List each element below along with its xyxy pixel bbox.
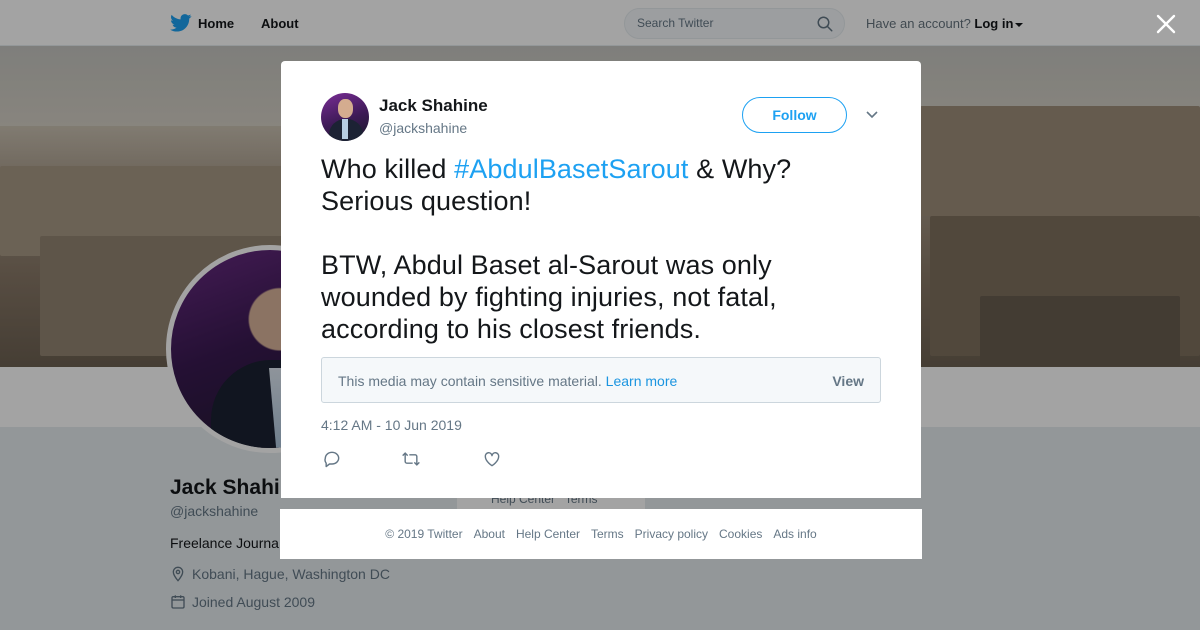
footer-link-cookies[interactable]: Cookies [719, 527, 762, 541]
close-icon[interactable] [1154, 12, 1178, 36]
modal-footer: © 2019 Twitter About Help Center Terms P… [280, 509, 922, 559]
footer-link-terms[interactable]: Terms [591, 527, 624, 541]
chevron-down-icon[interactable] [865, 109, 879, 121]
footer-link-ads-info[interactable]: Ads info [773, 527, 816, 541]
view-media-button[interactable]: View [832, 373, 864, 389]
tweet-author-name[interactable]: Jack Shahine [379, 96, 488, 116]
footer-link-privacy[interactable]: Privacy policy [635, 527, 708, 541]
hashtag-link[interactable]: #AbdulBasetSarout [454, 154, 688, 184]
like-icon[interactable] [482, 449, 502, 469]
footer-link-about[interactable]: About [474, 527, 505, 541]
tweet-text: Who killed #AbdulBasetSarout & Why? Seri… [321, 153, 881, 345]
sensitive-media-notice: This media may contain sensitive materia… [321, 357, 881, 403]
tweet-timestamp[interactable]: 4:12 AM - 10 Jun 2019 [321, 417, 462, 433]
retweet-icon[interactable] [401, 449, 421, 469]
reply-icon[interactable] [322, 449, 342, 469]
footer-link-help-center[interactable]: Help Center [516, 527, 580, 541]
sensitive-media-message: This media may contain sensitive materia… [338, 373, 677, 389]
sensitive-media-text: This media may contain sensitive materia… [338, 373, 602, 389]
tweet-author-handle[interactable]: @jackshahine [379, 120, 467, 136]
footer-copyright: © 2019 Twitter [385, 527, 463, 541]
tweet-text-part1: Who killed [321, 154, 455, 184]
tweet-text-para2: BTW, Abdul Baset al-Sarout was only woun… [321, 250, 777, 344]
tweet-author-avatar[interactable] [321, 93, 369, 141]
follow-button[interactable]: Follow [742, 97, 847, 133]
learn-more-link[interactable]: Learn more [606, 373, 678, 389]
tweet-modal: Jack Shahine @jackshahine Follow Who kil… [281, 61, 921, 498]
